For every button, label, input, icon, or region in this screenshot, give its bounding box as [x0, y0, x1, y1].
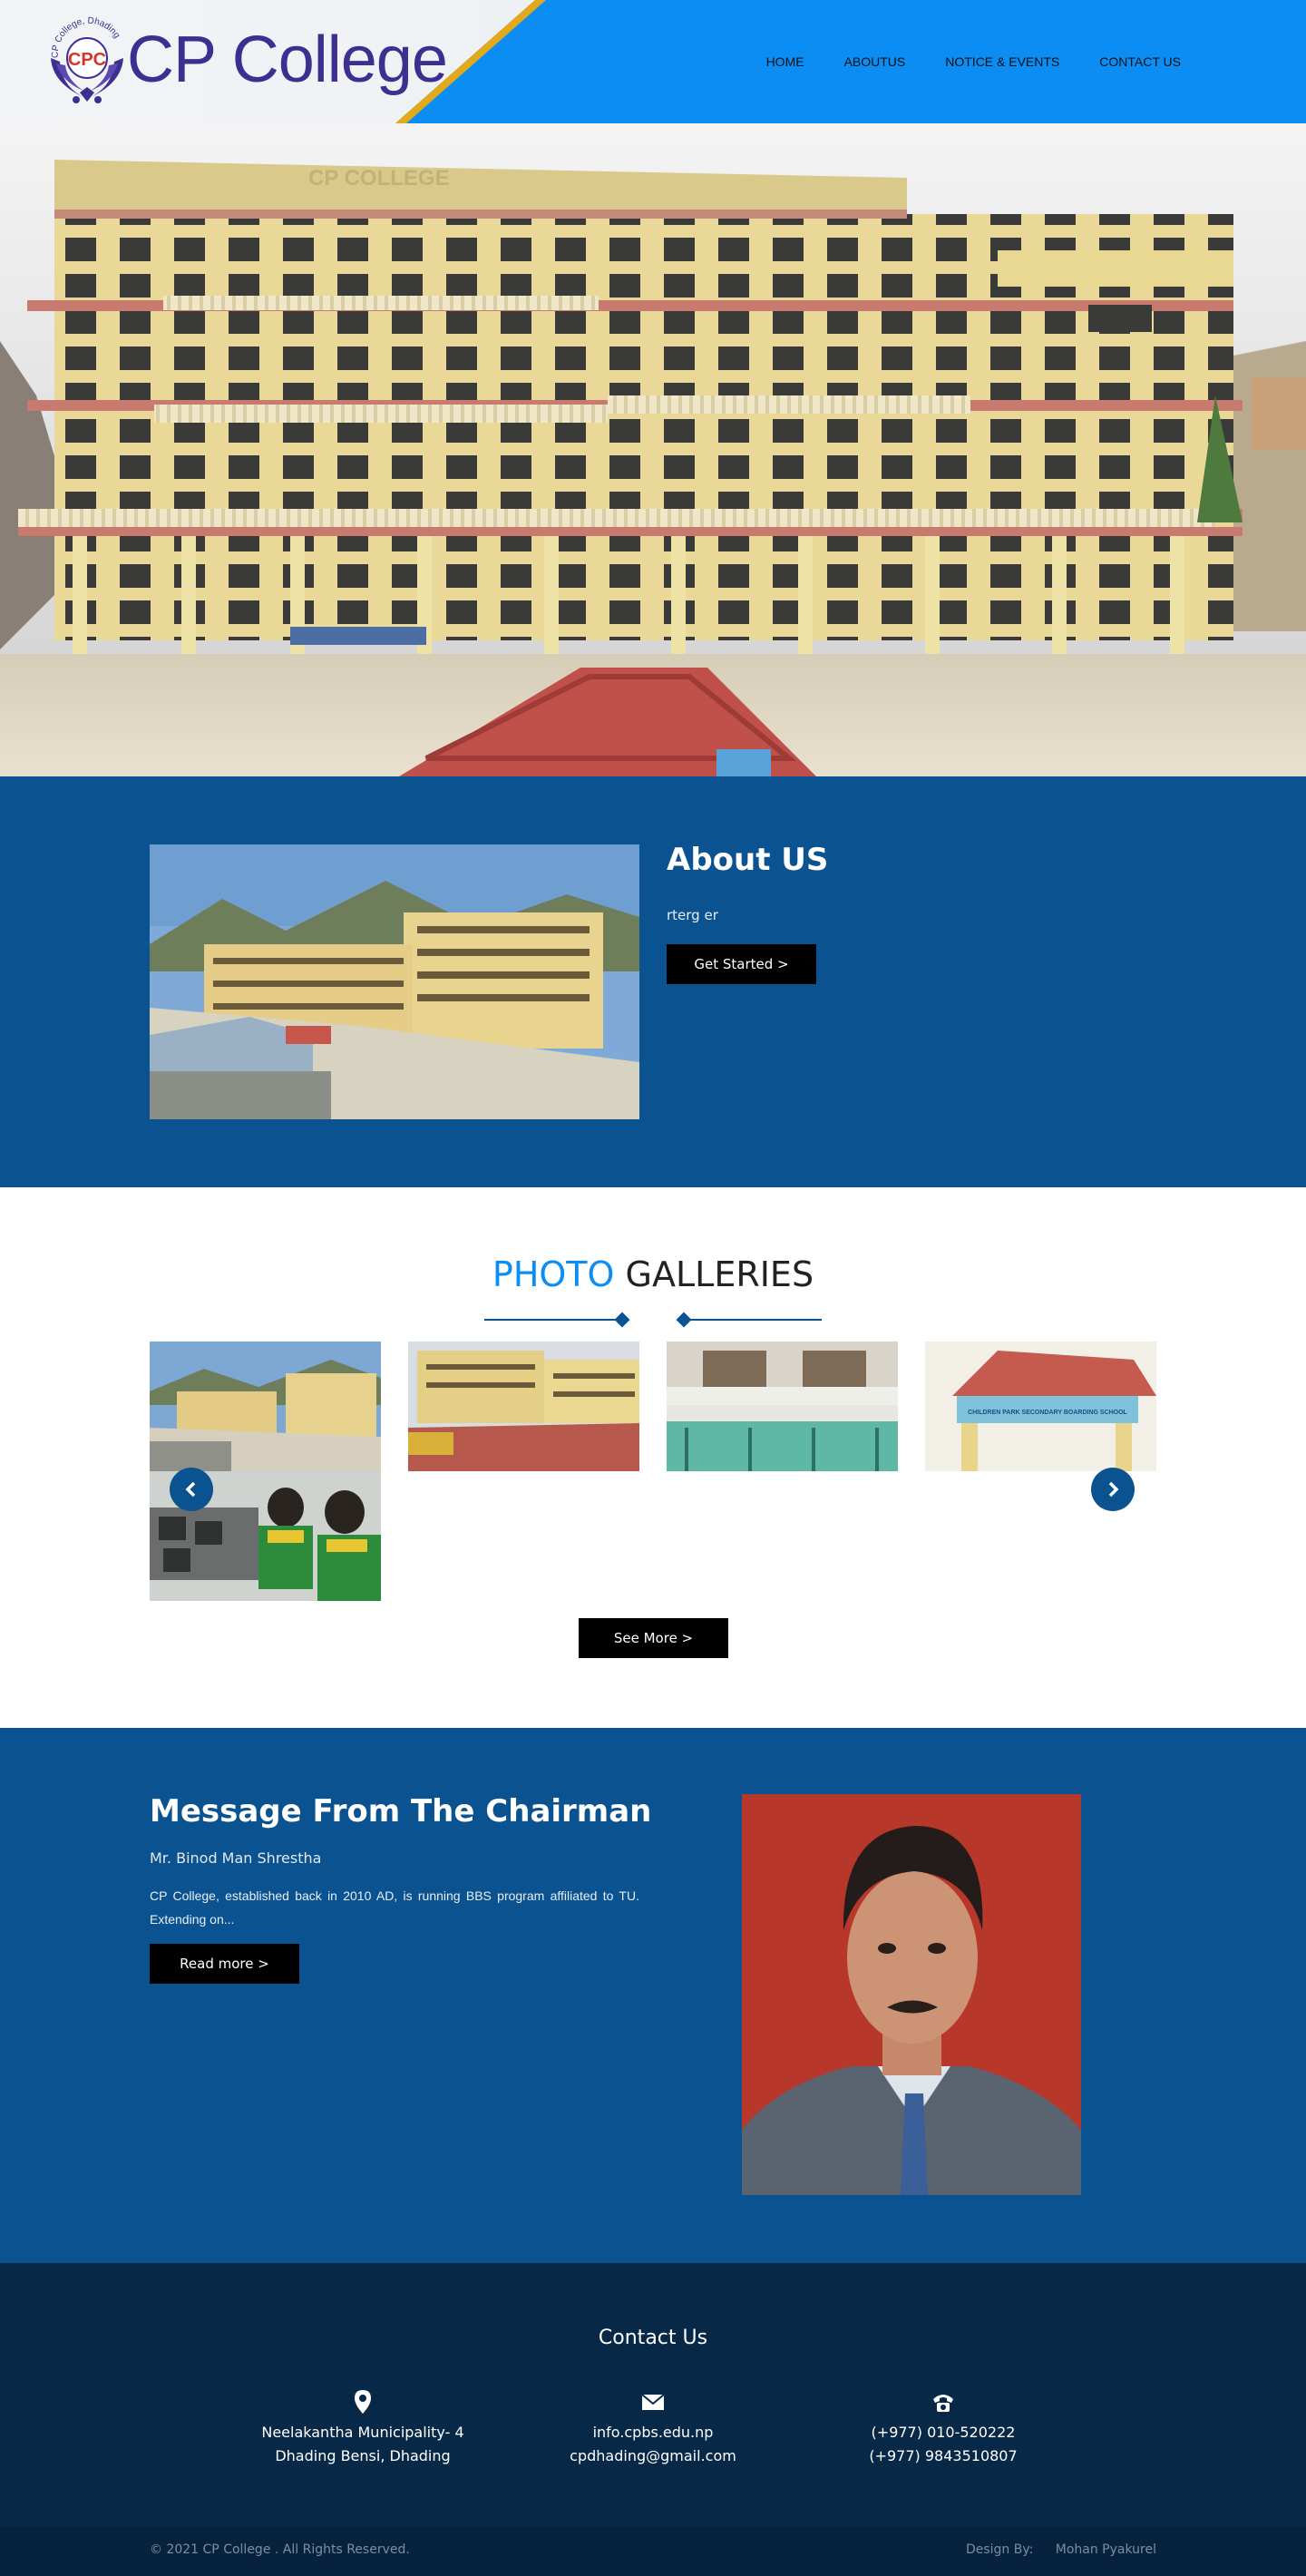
svg-text:CHILDREN PARK SECONDARY BOARDI: CHILDREN PARK SECONDARY BOARDING SCHOOL [968, 1410, 1127, 1416]
design-by-label: Design By: [965, 2542, 1034, 2557]
site-header: CP College, Dhading CPC CP College HOME … [0, 0, 1306, 123]
gallery-title: PHOTO GALLERIES [0, 1254, 1306, 1294]
college-emblem-icon[interactable]: CP College, Dhading CPC [44, 11, 131, 109]
nav-notice-events[interactable]: NOTICE & EVENTS [945, 54, 1059, 69]
address-line-1: Neelakantha Municipality- 4 [261, 2424, 464, 2441]
about-campus-image [150, 844, 639, 1119]
photo-gallery-section: PHOTO GALLERIES CHILDREN PARK SECONDARY … [0, 1187, 1306, 1728]
about-section: About US rterg er Get Started > [0, 776, 1306, 1187]
svg-text:CP COLLEGE: CP COLLEGE [308, 166, 450, 190]
gallery-thumb-campus[interactable] [150, 1342, 381, 1471]
about-title: About US [667, 842, 829, 878]
email-line-1[interactable]: info.cpbs.edu.np [508, 2421, 798, 2444]
gallery-prev-button[interactable] [170, 1468, 213, 1511]
svg-text:CPC: CPC [68, 50, 106, 70]
chairman-name: Mr. Binod Man Shrestha [150, 1849, 322, 1867]
gallery-next-button[interactable] [1091, 1468, 1135, 1511]
get-started-button[interactable]: Get Started > [667, 944, 816, 984]
nav-contact-us[interactable]: CONTACT US [1099, 54, 1181, 69]
chairman-portrait-image [742, 1794, 1081, 2195]
nav-aboutus[interactable]: ABOUTUS [844, 54, 906, 69]
gallery-thumb-building-grounds[interactable] [408, 1342, 639, 1471]
envelope-icon [641, 2394, 665, 2410]
see-more-button[interactable]: See More > [579, 1618, 728, 1658]
chevron-left-icon [185, 1481, 196, 1498]
chairman-message-section: Message From The Chairman Mr. Binod Man … [0, 1728, 1306, 2263]
phone-icon [933, 2395, 953, 2412]
contact-email: info.cpbs.edu.np cpdhading@gmail.com [508, 2390, 798, 2468]
contact-address: Neelakantha Municipality- 4 Dhading Bens… [218, 2390, 508, 2468]
read-more-button[interactable]: Read more > [150, 1944, 299, 1984]
map-marker-icon [355, 2390, 371, 2414]
gallery-divider [484, 1312, 822, 1328]
email-line-2[interactable]: cpdhading@gmail.com [508, 2444, 798, 2468]
logo-text[interactable]: CP College [127, 22, 448, 98]
nav-home[interactable]: HOME [766, 54, 804, 69]
phone-line-1[interactable]: (+977) 010-520222 [798, 2421, 1088, 2444]
footer-bar: © 2021 CP College . All Rights Reserved.… [0, 2526, 1306, 2576]
gallery-thumb-school-gate[interactable]: CHILDREN PARK SECONDARY BOARDING SCHOOL [925, 1342, 1156, 1471]
main-nav: HOME ABOUTUS NOTICE & EVENTS CONTACT US [726, 0, 1306, 123]
contact-section: Contact Us Neelakantha Municipality- 4 D… [0, 2263, 1306, 2526]
hero-banner-image: CP COLLEGE [0, 123, 1306, 776]
chairman-title: Message From The Chairman [150, 1793, 652, 1830]
gallery-title-rest: GALLERIES [625, 1254, 814, 1294]
chevron-right-icon [1108, 1481, 1119, 1498]
chairman-message-text: CP College, established back in 2010 AD,… [150, 1888, 639, 1927]
gallery-title-accent: PHOTO [492, 1254, 615, 1294]
contact-phone: (+977) 010-520222 (+977) 9843510807 [798, 2390, 1088, 2468]
designer-name[interactable]: Mohan Pyakurel [1056, 2542, 1156, 2557]
address-line-2: Dhading Bensi, Dhading [275, 2447, 451, 2464]
phone-line-2[interactable]: (+977) 9843510807 [798, 2444, 1088, 2468]
about-text: rterg er [667, 907, 718, 923]
contact-title: Contact Us [598, 2327, 708, 2349]
gallery-thumb-laboratory[interactable] [667, 1342, 898, 1471]
copyright-text: © 2021 CP College . All Rights Reserved. [150, 2542, 410, 2557]
designer-credit: Design By: Mohan Pyakurel [948, 2542, 1156, 2557]
